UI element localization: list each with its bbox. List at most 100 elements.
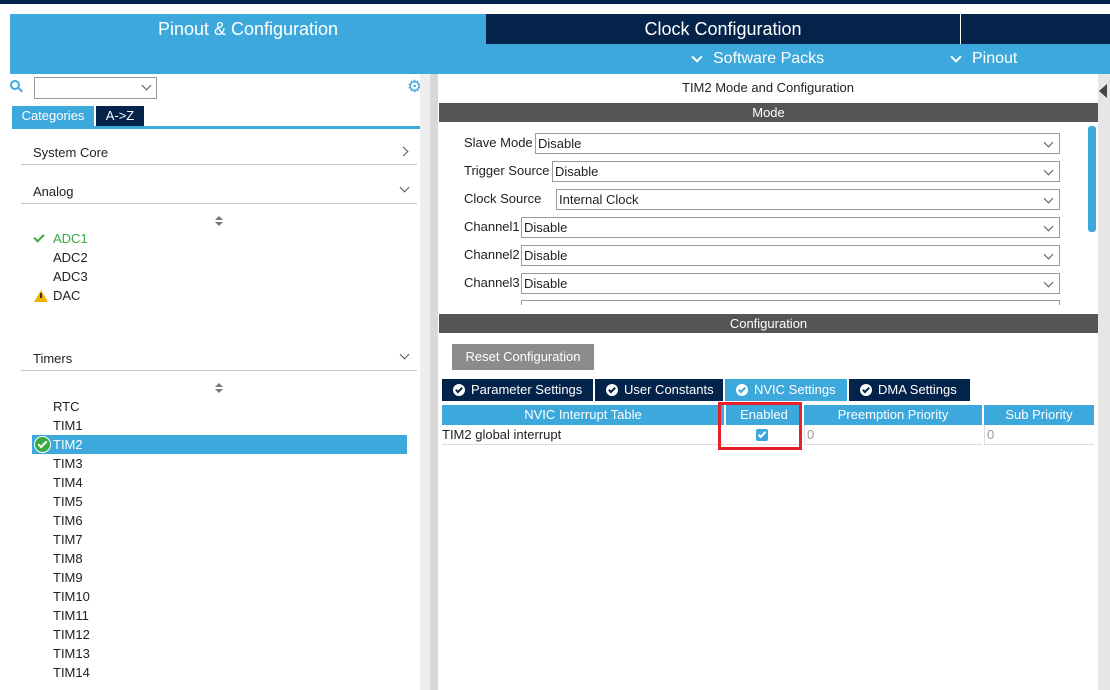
tab-dma-settings[interactable]: DMA Settings (849, 379, 970, 401)
list-item-tim10[interactable]: TIM10 (53, 587, 90, 606)
check-circle-icon (606, 384, 618, 396)
selected-row-highlight (32, 435, 407, 454)
tab-extra[interactable] (961, 14, 1110, 44)
list-item-dac[interactable]: DAC (53, 286, 80, 305)
list-item-tim4[interactable]: TIM4 (53, 473, 83, 492)
channel2-select[interactable]: Disable (521, 245, 1060, 266)
chevron-down-icon (399, 182, 410, 193)
table-cell-sub-priority[interactable]: 0 (984, 425, 1094, 445)
list-item-tim13[interactable]: TIM13 (53, 644, 90, 663)
sub-toolbar: Software Packs Pinout (10, 44, 1110, 74)
check-circle-icon (453, 384, 465, 396)
select-value: Disable (524, 220, 568, 235)
channel3-select[interactable]: Disable (521, 273, 1060, 294)
mode-bottom-gap (439, 306, 1098, 314)
software-packs-menu[interactable]: Software Packs (691, 44, 824, 74)
list-item-tim8[interactable]: TIM8 (53, 549, 83, 568)
check-icon (33, 229, 46, 248)
channel1-label: Channel1 (464, 219, 520, 234)
sort-icon[interactable] (215, 216, 223, 226)
table-row-interrupt-name: TIM2 global interrupt (442, 425, 724, 445)
tab-label: User Constants (624, 382, 714, 397)
select-value: Disable (555, 164, 599, 179)
sort-icon[interactable] (215, 383, 223, 393)
categories-panel: ⚙ Categories A->Z System Core Analog ADC… (10, 74, 430, 690)
slave-mode-select[interactable]: Disable (535, 133, 1060, 154)
list-item-tim6[interactable]: TIM6 (53, 511, 83, 530)
check-circle-icon (860, 384, 872, 396)
chevron-down-icon (691, 50, 703, 63)
warning-icon (34, 286, 48, 305)
highlight-box (718, 402, 802, 450)
select-value: Disable (524, 276, 568, 291)
chevron-right-icon (398, 146, 409, 157)
mode-configuration-panel: TIM2 Mode and Configuration Mode Slave M… (438, 74, 1098, 690)
group-system-core[interactable]: System Core (21, 141, 417, 165)
select-value: Internal Clock (559, 192, 639, 207)
tab-label: NVIC Settings (754, 382, 836, 397)
channel2-label: Channel2 (464, 247, 520, 262)
mode-scrollbar[interactable] (1088, 126, 1096, 232)
tab-parameter-settings[interactable]: Parameter Settings (442, 379, 593, 401)
list-item-tim11[interactable]: TIM11 (53, 606, 89, 625)
group-timers[interactable]: Timers (21, 347, 417, 371)
list-item-tim12[interactable]: TIM12 (53, 625, 90, 644)
list-item-tim9[interactable]: TIM9 (53, 568, 83, 587)
group-label: Analog (33, 184, 74, 199)
channel4-select-partial[interactable] (521, 300, 1060, 305)
mode-header: Mode (439, 103, 1098, 122)
channel1-select[interactable]: Disable (521, 217, 1060, 238)
list-item-tim3[interactable]: TIM3 (53, 454, 83, 473)
clock-source-select[interactable]: Internal Clock (556, 189, 1060, 210)
trigger-source-label: Trigger Source (464, 163, 550, 178)
column-header-sub-priority: Sub Priority (984, 405, 1094, 425)
chevron-down-icon (1043, 277, 1054, 288)
chevron-down-icon (1043, 221, 1054, 232)
select-value: Disable (524, 248, 568, 263)
tab-nvic-settings[interactable]: NVIC Settings (725, 379, 847, 401)
list-item-adc3[interactable]: ADC3 (53, 267, 88, 286)
collapse-arrow-icon (1099, 84, 1107, 98)
tab-categories[interactable]: Categories (12, 106, 94, 126)
table-cell-preemption[interactable]: 0 (804, 425, 982, 445)
list-item-adc2[interactable]: ADC2 (53, 248, 88, 267)
trigger-source-select[interactable]: Disable (552, 161, 1060, 182)
list-item-tim7[interactable]: TIM7 (53, 530, 83, 549)
panel-divider[interactable] (430, 74, 438, 690)
list-item-tim1[interactable]: TIM1 (53, 416, 83, 435)
list-item-tim2[interactable]: TIM2 (53, 435, 83, 454)
chevron-down-icon (1043, 165, 1054, 176)
select-value: Disable (538, 136, 582, 151)
column-header-interrupt: NVIC Interrupt Table (442, 405, 724, 425)
configuration-header: Configuration (439, 314, 1098, 333)
list-item-tim5[interactable]: TIM5 (53, 492, 83, 511)
channel3-label: Channel3 (464, 275, 520, 290)
reset-configuration-button[interactable]: Reset Configuration (452, 344, 594, 370)
tab-label: DMA Settings (878, 382, 957, 397)
pinout-menu[interactable]: Pinout (950, 44, 1018, 74)
search-input[interactable] (34, 77, 157, 99)
tab-label: Parameter Settings (471, 382, 583, 397)
collapse-handle[interactable] (1098, 74, 1110, 690)
chevron-down-icon[interactable] (141, 80, 152, 91)
pinout-label: Pinout (972, 50, 1018, 67)
tab-clock-configuration[interactable]: Clock Configuration (486, 14, 960, 44)
list-item-tim14[interactable]: TIM14 (53, 663, 90, 682)
group-label: Timers (33, 351, 73, 366)
left-scrollbar[interactable] (420, 74, 430, 690)
group-analog[interactable]: Analog (21, 180, 417, 204)
slave-mode-label: Slave Mode (464, 135, 533, 150)
page-title: TIM2 Mode and Configuration (682, 80, 854, 95)
search-icon[interactable] (10, 80, 23, 93)
clock-source-label: Clock Source (464, 191, 542, 206)
tab-user-constants[interactable]: User Constants (595, 379, 723, 401)
list-item-rtc[interactable]: RTC (53, 397, 79, 416)
tab-underline (12, 126, 429, 129)
chevron-down-icon (1043, 193, 1054, 204)
check-circle-icon (34, 436, 51, 453)
tab-a-to-z[interactable]: A->Z (96, 106, 144, 126)
list-item-adc1[interactable]: ADC1 (53, 229, 88, 248)
check-circle-icon (736, 384, 748, 396)
chevron-down-icon (1043, 137, 1054, 148)
tab-pinout-configuration[interactable]: Pinout & Configuration (10, 14, 486, 44)
